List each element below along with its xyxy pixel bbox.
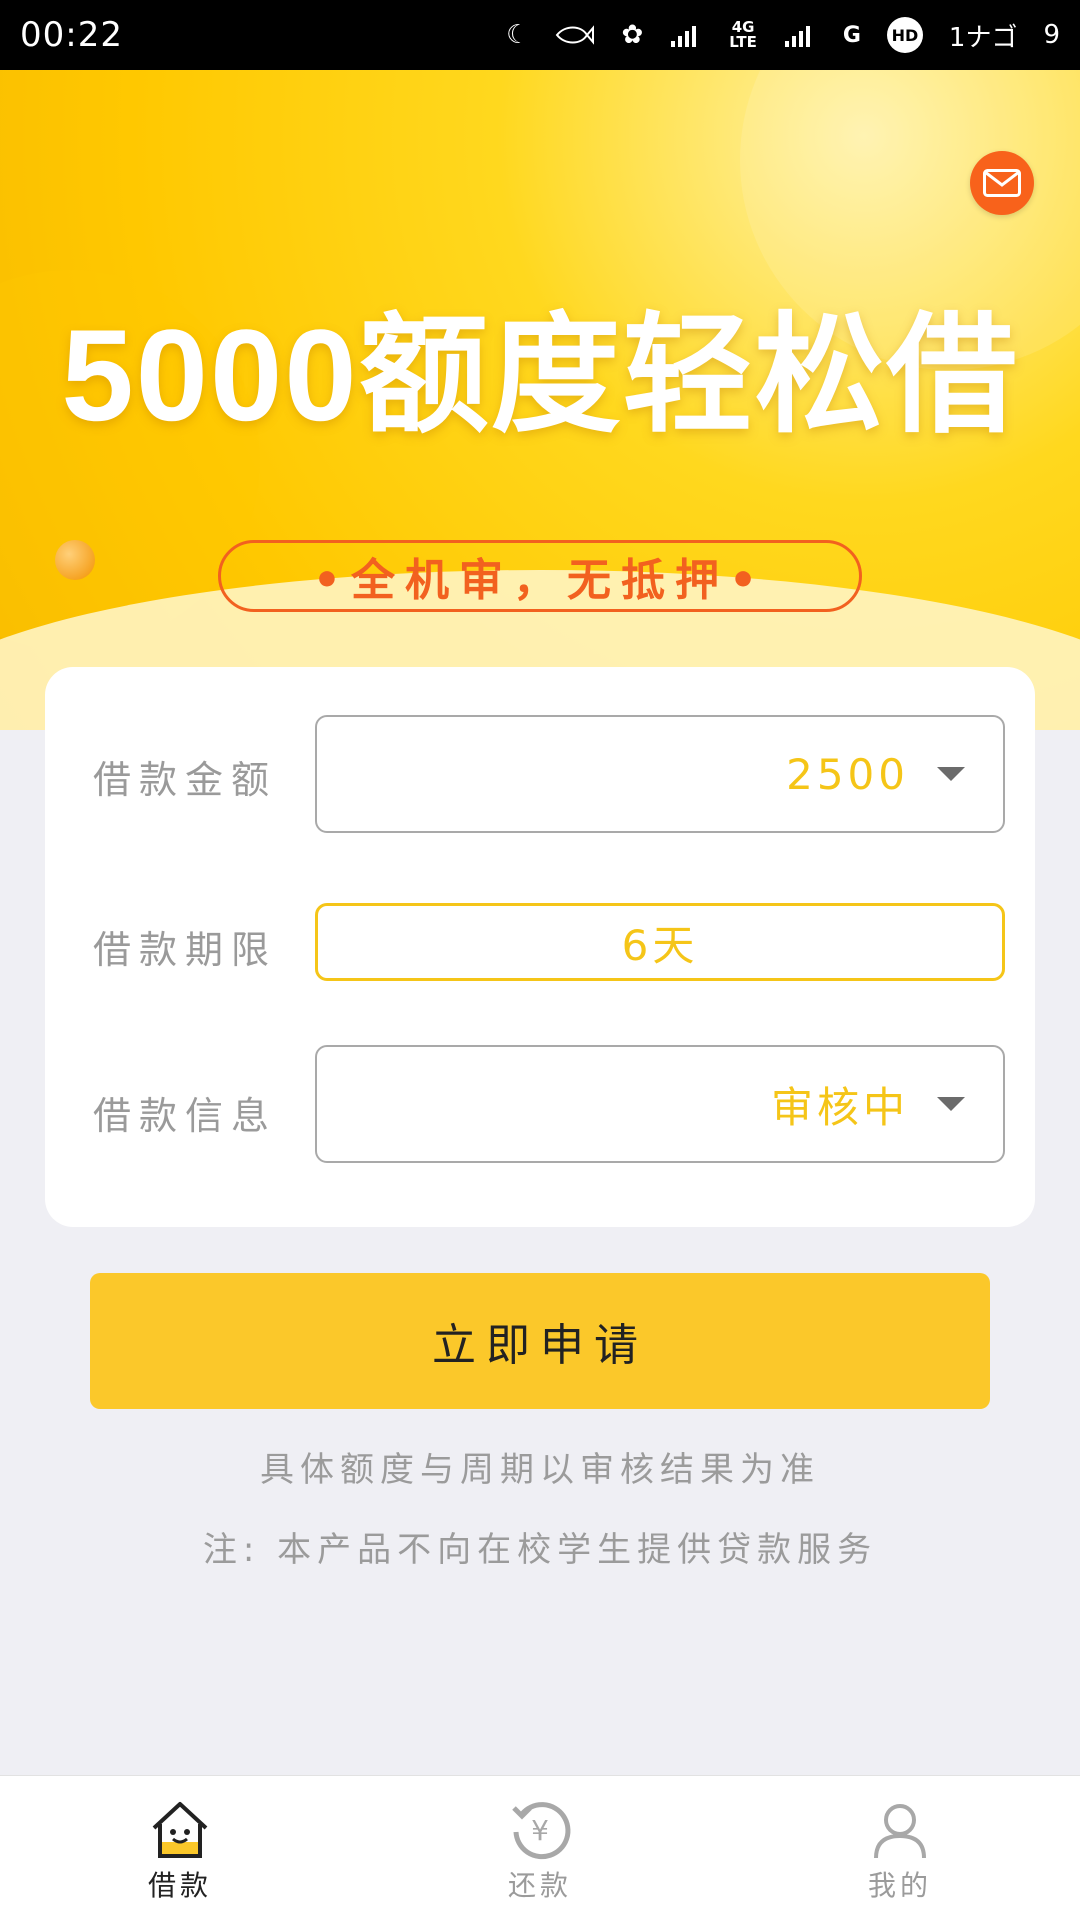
term-label: 借款期限 (93, 928, 278, 972)
loan-form-card: 借款金额 2500 借款期限 6天 借款信息 审核中 (45, 667, 1035, 1227)
apply-button[interactable]: 立即申请 (90, 1273, 990, 1409)
promo-banner: 5000额度轻松借 •全机审，无抵押• (0, 70, 1080, 730)
tab-repay-label: 还款 (507, 1869, 572, 1902)
signal-2-icon (783, 21, 817, 49)
user-icon (874, 1804, 926, 1859)
status-bar: 00:22 ☾ ✿ 4G LTE G HD 1ナゴ 9 (0, 0, 1080, 70)
battery-text: 1ナゴ (948, 22, 1018, 53)
chevron-down-icon (937, 1097, 965, 1111)
note-line-2: 注: 本产品不向在校学生提供贷款服务 (202, 1530, 878, 1570)
bottom-tab-bar: 借款 ¥ 还款 我的 (0, 1775, 1080, 1921)
amount-value: 2500 (786, 749, 909, 799)
tab-borrow-label: 借款 (147, 1869, 212, 1902)
signal-1-icon (669, 21, 703, 49)
status-time: 00:22 (20, 15, 123, 55)
chevron-down-icon (937, 767, 965, 781)
note-line-1: 具体额度与周期以审核结果为准 (260, 1450, 820, 1490)
moon-icon: ☾ (506, 20, 530, 50)
mail-button[interactable] (970, 151, 1034, 215)
tab-mine[interactable]: 我的 (720, 1776, 1080, 1921)
status-icons: ☾ ✿ 4G LTE G HD 1ナゴ 9 (506, 17, 1060, 54)
tab-borrow[interactable]: 借款 (0, 1776, 360, 1921)
mail-icon (983, 169, 1021, 197)
4g-lte-icon: 4G LTE (729, 20, 757, 50)
amount-label: 借款金额 (93, 758, 278, 802)
lte-bottom-text: LTE (729, 33, 757, 51)
home-icon (152, 1802, 208, 1858)
term-value: 6天 (621, 920, 699, 970)
orange-ball-decoration (55, 540, 95, 580)
hd-icon: HD (886, 17, 923, 53)
tab-repay[interactable]: ¥ 还款 (360, 1776, 720, 1921)
info-label: 借款信息 (93, 1094, 278, 1138)
repay-yen-icon: ¥ (512, 1802, 571, 1860)
clover-upload-icon: ✿ (621, 20, 644, 50)
amount-select[interactable]: 2500 (315, 715, 1005, 833)
svg-text:¥: ¥ (531, 1814, 549, 1847)
info-value: 审核中 (770, 1082, 909, 1132)
banner-subline: •全机审，无抵押• (218, 540, 862, 612)
battery-icon: 9 (1043, 20, 1060, 50)
term-field[interactable]: 6天 (315, 903, 1005, 981)
info-select[interactable]: 审核中 (315, 1045, 1005, 1163)
g-icon: G (842, 22, 861, 48)
fish-icon (555, 23, 595, 47)
tab-mine-label: 我的 (867, 1869, 932, 1902)
banner-headline: 5000额度轻松借 (61, 302, 1019, 448)
